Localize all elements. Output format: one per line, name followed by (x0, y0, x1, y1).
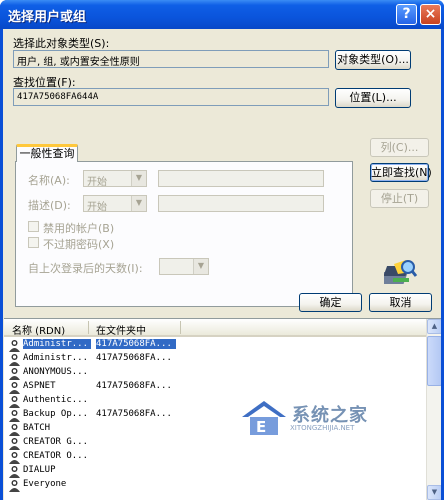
days-since-login-label: 自上次登录后的天数(I): (28, 262, 143, 275)
non-expiring-password-label: 不过期密码(X) (43, 238, 115, 251)
table-row[interactable]: DIALUP (4, 464, 426, 478)
days-since-login-combo[interactable]: ▼ (159, 258, 209, 275)
name-match-combo[interactable]: 开始 ▼ (83, 170, 147, 188)
disabled-accounts-label: 禁用的帐户(B) (43, 222, 115, 235)
user-group-icon (9, 466, 20, 478)
table-row[interactable]: Administr... 417A75068FA... (4, 352, 426, 366)
table-row[interactable]: Everyone (4, 478, 426, 492)
column-header-folder[interactable]: 在文件夹中 (96, 322, 146, 337)
find-now-button[interactable]: 立即查找(N) (370, 163, 432, 182)
row-name: Administr... (23, 339, 91, 349)
user-icon (9, 354, 20, 366)
table-row[interactable]: Administr... 417A75068FA... (4, 338, 426, 352)
row-name: DIALUP (23, 465, 56, 475)
object-type-label: 选择此对象类型(S): (13, 37, 110, 50)
help-button[interactable]: ? (396, 4, 417, 25)
search-query-icon (384, 260, 418, 284)
row-folder: 417A75068FA... (96, 353, 172, 363)
description-match-value: 开始 (87, 202, 107, 213)
object-types-button[interactable]: 对象类型(O)... (335, 50, 411, 70)
user-group-icon (9, 410, 20, 422)
description-match-combo[interactable]: 开始 ▼ (83, 195, 147, 213)
scroll-up-button[interactable]: ▲ (427, 319, 441, 334)
columns-button[interactable]: 列(C)... (370, 138, 429, 157)
ok-button[interactable]: 确定 (299, 293, 362, 312)
cancel-button[interactable]: 取消 (369, 293, 432, 312)
close-icon: × (424, 6, 437, 22)
name-input[interactable] (158, 170, 324, 187)
table-row[interactable]: ANONYMOUS... (4, 366, 426, 380)
table-row[interactable]: ASPNET 417A75068FA... (4, 380, 426, 394)
title-bar[interactable]: 选择用户或组 ? × (0, 0, 444, 29)
chevron-down-icon: ▼ (131, 171, 146, 186)
user-group-icon (9, 368, 20, 380)
watermark: E 系统之家 XITONGZHIJIA.NET (232, 397, 392, 439)
row-name: CREATOR O... (23, 451, 89, 461)
tab-common-queries[interactable]: 一般性查询 (16, 144, 78, 162)
name-label: 名称(A): (28, 174, 70, 187)
row-name: BATCH (23, 423, 51, 433)
row-name: ASPNET (23, 381, 56, 391)
name-match-value: 开始 (87, 177, 107, 188)
table-row[interactable]: CREATOR O... (4, 450, 426, 464)
window-title: 选择用户或组 (8, 10, 87, 25)
chevron-down-icon: ▼ (131, 196, 146, 211)
column-divider[interactable] (88, 321, 89, 334)
row-name: Administr... (23, 353, 89, 363)
row-name: ANONYMOUS... (23, 367, 89, 377)
description-input[interactable] (158, 195, 324, 212)
results-header: 名称 (RDN) 在文件夹中 (4, 319, 426, 337)
disabled-accounts-checkbox[interactable] (28, 221, 39, 232)
row-folder: 417A75068FA... (96, 381, 172, 391)
user-group-icon (9, 452, 20, 464)
vertical-scrollbar[interactable]: ▲ ▼ (426, 319, 441, 500)
user-icon (9, 340, 20, 352)
column-header-name[interactable]: 名称 (RDN) (12, 322, 65, 337)
column-divider[interactable] (180, 321, 181, 334)
house-logo-icon: E (242, 401, 286, 436)
non-expiring-password-checkbox[interactable] (28, 237, 39, 248)
user-group-icon (9, 480, 20, 492)
stop-button[interactable]: 停止(T) (370, 189, 429, 208)
chevron-down-icon: ▼ (193, 259, 208, 274)
common-queries-panel: 名称(A): 开始 ▼ 描述(D): 开始 ▼ 禁用的帐户(B) 不过期密码(X… (15, 161, 353, 307)
dialog-window: 选择用户或组 ? × 选择此对象类型(S): 用户, 组, 或内置安全性原则 对… (0, 0, 444, 500)
locations-button[interactable]: 位置(L)... (335, 88, 411, 108)
object-type-field: 用户, 组, 或内置安全性原则 (13, 50, 329, 68)
row-name: Backup Op... (23, 409, 89, 419)
user-icon (9, 382, 20, 394)
svg-text:E: E (256, 418, 266, 436)
scroll-down-button[interactable]: ▼ (427, 485, 441, 500)
user-group-icon (9, 396, 20, 408)
scroll-thumb[interactable] (427, 336, 441, 386)
location-field: 417A75068FA644A (13, 88, 329, 106)
close-button[interactable]: × (420, 4, 441, 25)
user-group-icon (9, 438, 20, 450)
description-label: 描述(D): (28, 199, 71, 212)
watermark-url: XITONGZHIJIA.NET (290, 424, 355, 432)
row-name: Authentic... (23, 395, 89, 405)
row-folder: 417A75068FA... (96, 339, 176, 349)
row-folder: 417A75068FA... (96, 409, 172, 419)
row-name: CREATOR G... (23, 437, 89, 447)
question-mark-icon: ? (402, 6, 411, 22)
row-name: Everyone (23, 479, 67, 489)
user-group-icon (9, 424, 20, 436)
